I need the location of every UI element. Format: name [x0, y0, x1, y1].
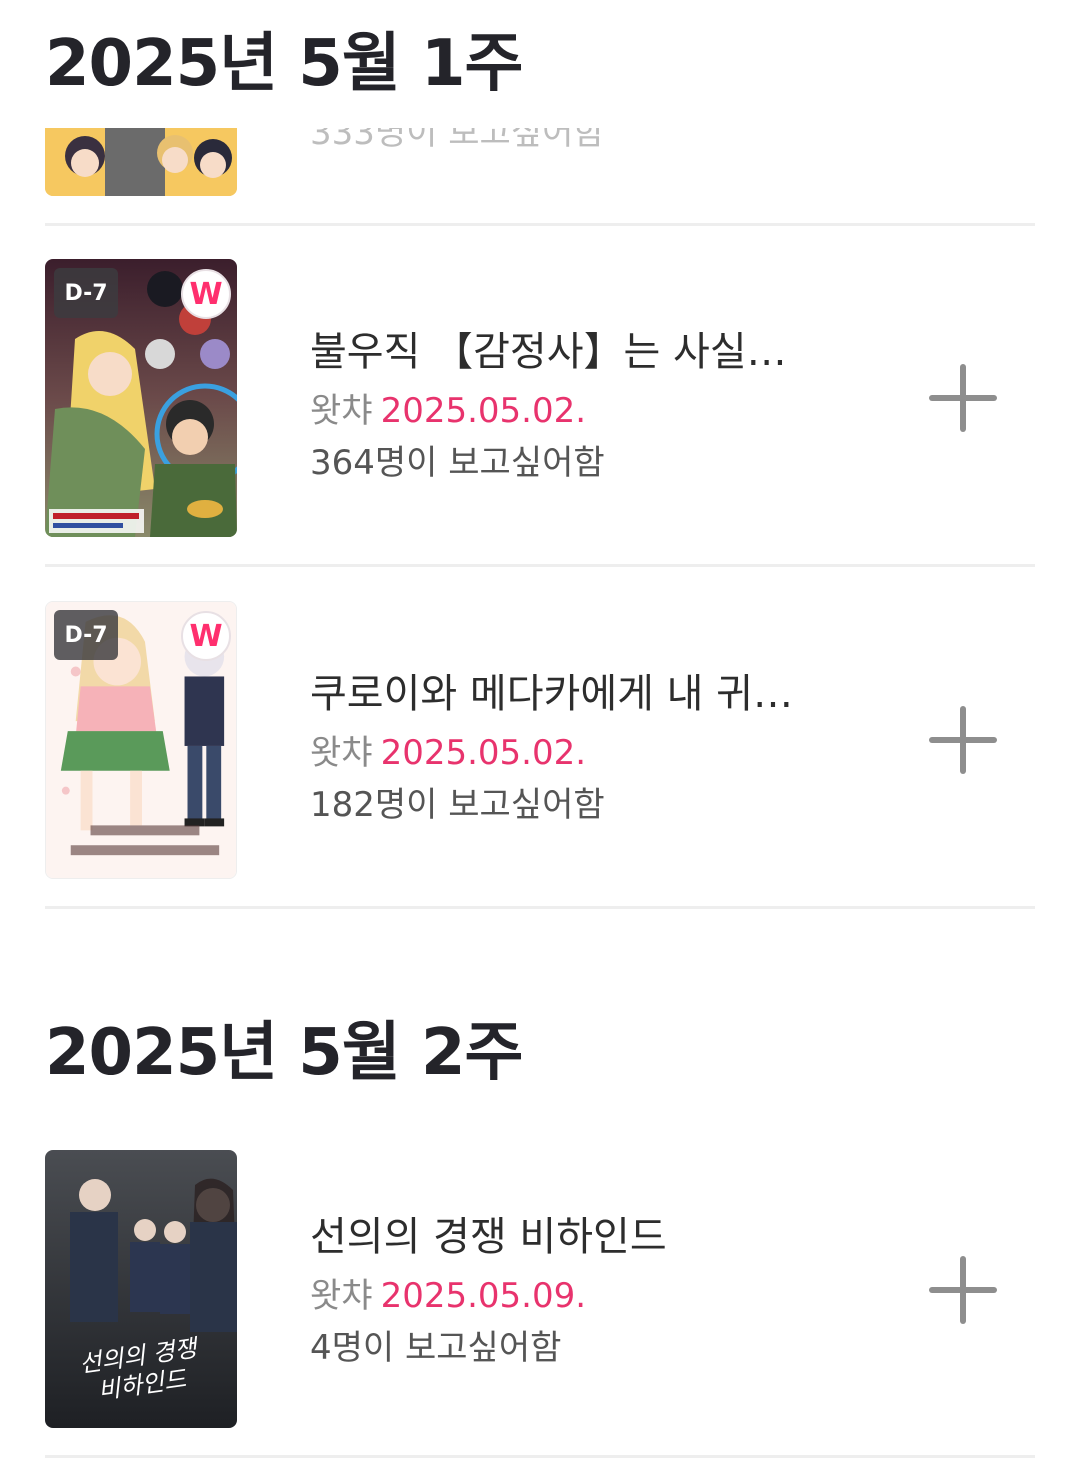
plus-icon — [929, 706, 997, 774]
list-item[interactable]: 선의의 경쟁 비하인드 선의의 경쟁 비하인드 왓챠 2025.05.09. 4명… — [45, 1150, 1035, 1428]
divider — [45, 223, 1035, 226]
service-name: 왓챠 — [310, 1276, 373, 1316]
divider — [45, 906, 1035, 909]
service-name: 왓챠 — [310, 391, 373, 431]
wish-count: 364명이 보고싶어함 — [310, 443, 605, 483]
d-day-badge: D-7 — [54, 268, 118, 318]
release-info: 왓챠 2025.05.02. — [310, 394, 870, 428]
divider — [45, 564, 1035, 567]
poster-image — [45, 128, 237, 196]
item-title[interactable]: 쿠로이와 메다카에게 내 귀… — [310, 674, 870, 714]
release-info: 왓챠 2025.05.09. — [310, 1279, 870, 1313]
item-title[interactable]: 선의의 경쟁 비하인드 — [310, 1217, 870, 1257]
plus-icon — [929, 364, 997, 432]
wish-count: 333명이 보고싶어함 — [310, 128, 605, 153]
release-date: 2025.05.02. — [380, 733, 587, 773]
wish-count: 4명이 보고싶어함 — [310, 1328, 562, 1368]
poster-image: 선의의 경쟁 비하인드 — [45, 1150, 237, 1428]
list-item[interactable]: D-7 W 쿠로이와 메다카에게 내 귀… 왓챠 2025.05.02. 182명… — [45, 601, 1035, 879]
week-title-2: 2025년 5월 2주 — [45, 1016, 523, 1090]
service-name: 왓챠 — [310, 733, 373, 773]
week-title-1: 2025년 5월 1주 — [45, 27, 523, 101]
upcoming-releases-page: 2025년 5월 1주 333명이 보고싶어함 D-7 W 불우직 【감정사】는… — [0, 0, 1080, 1478]
add-wishlist-button[interactable] — [925, 360, 1001, 436]
item-title[interactable]: 불우직 【감정사】는 사실… — [310, 332, 870, 372]
release-info: 왓챠 2025.05.02. — [310, 736, 870, 770]
release-date: 2025.05.09. — [380, 1276, 587, 1316]
d-day-badge: D-7 — [54, 610, 118, 660]
release-date: 2025.05.02. — [380, 391, 587, 431]
plus-icon — [929, 1256, 997, 1324]
add-wishlist-button[interactable] — [925, 1252, 1001, 1328]
divider — [45, 1455, 1035, 1458]
list-item[interactable]: D-7 W 불우직 【감정사】는 사실… 왓챠 2025.05.02. 364명이… — [45, 259, 1035, 537]
add-wishlist-button[interactable] — [925, 702, 1001, 778]
wish-count: 182명이 보고싶어함 — [310, 785, 605, 825]
watcha-w-icon: W — [181, 269, 231, 319]
watcha-w-icon: W — [181, 611, 231, 661]
list-item-partial[interactable]: 333명이 보고싶어함 — [45, 128, 1035, 196]
